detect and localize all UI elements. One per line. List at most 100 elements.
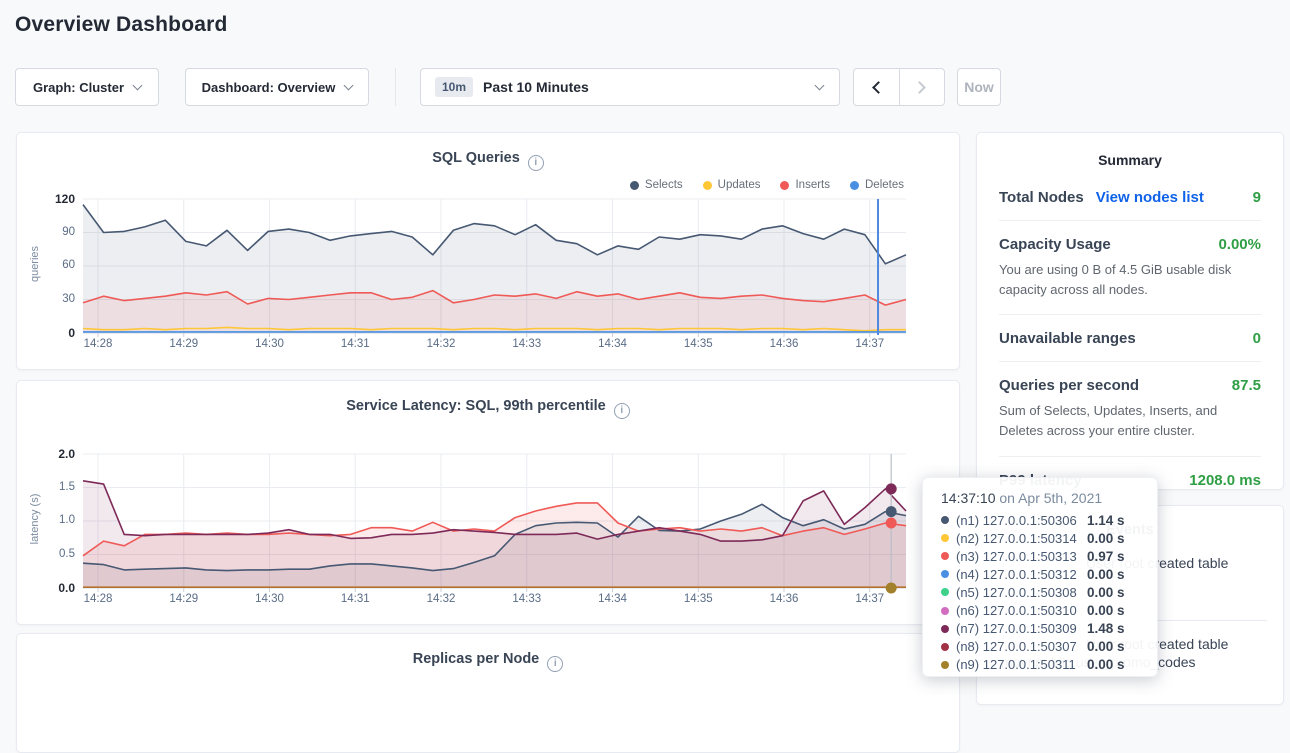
- tooltip-node-row: (n5) 127.0.0.1:503080.00 s: [941, 583, 1139, 601]
- graph-dropdown[interactable]: Graph: Cluster: [15, 68, 159, 106]
- chart-title-text: Replicas per Node: [413, 651, 540, 667]
- node-dot-icon: [941, 516, 949, 524]
- x-tick-label: 14:28: [73, 338, 123, 350]
- chevron-right-icon: [914, 81, 927, 94]
- service-latency-plot[interactable]: latency (s) 14:2814:2914:3014:3114:3214:…: [17, 388, 961, 626]
- summary-description: You are using 0 B of 4.5 GiB usable disk…: [999, 260, 1261, 300]
- summary-description: Sum of Selects, Updates, Inserts, and De…: [999, 401, 1261, 441]
- y-tick-label: 2.0: [25, 447, 75, 461]
- summary-row-total-nodes: Total Nodes View nodes list 9: [999, 174, 1261, 220]
- x-tick-label: 14:31: [330, 593, 380, 605]
- chart-canvas[interactable]: [17, 388, 961, 612]
- node-dot-icon: [941, 588, 949, 596]
- summary-label: Total Nodes: [999, 189, 1084, 206]
- summary-row-capacity-usage: Capacity Usage 0.00% You are using 0 B o…: [999, 220, 1261, 314]
- tooltip-node-value: 1.48 s: [1087, 621, 1139, 636]
- time-next-button[interactable]: [899, 69, 944, 105]
- tooltip-node-address: (n9) 127.0.0.1:50311: [956, 657, 1087, 672]
- sql-queries-plot[interactable]: queries 14:2814:2914:3014:3114:3214:3314…: [17, 133, 961, 371]
- tooltip-node-value: 0.00 s: [1087, 567, 1139, 582]
- x-tick-label: 14:36: [759, 338, 809, 350]
- node-dot-icon: [941, 607, 949, 615]
- summary-label: Queries per second: [999, 377, 1139, 394]
- summary-panel: Summary Total Nodes View nodes list 9 Ca…: [976, 132, 1284, 490]
- info-icon[interactable]: i: [547, 656, 563, 672]
- page-title: Overview Dashboard: [15, 13, 228, 37]
- tooltip-node-row: (n2) 127.0.0.1:503140.00 s: [941, 529, 1139, 547]
- y-tick-label: 60: [25, 259, 75, 271]
- tooltip-node-row: (n4) 127.0.0.1:503120.00 s: [941, 565, 1139, 583]
- sql-queries-chart-card: SQL Queriesi Selects Updates Inserts Del…: [16, 132, 960, 370]
- chevron-down-icon: [133, 80, 143, 90]
- chevron-down-icon: [815, 80, 825, 90]
- x-tick-label: 14:35: [673, 593, 723, 605]
- x-tick-label: 14:29: [159, 338, 209, 350]
- tooltip-node-address: (n1) 127.0.0.1:50306: [956, 513, 1087, 528]
- tooltip-node-row: (n1) 127.0.0.1:503061.14 s: [941, 511, 1139, 529]
- y-tick-label: 30: [25, 293, 75, 305]
- node-dot-icon: [941, 625, 949, 633]
- tooltip-timestamp: 14:37:10 on Apr 5th, 2021: [941, 490, 1139, 506]
- summary-value: 9: [1253, 189, 1261, 206]
- x-tick-label: 14:34: [588, 593, 638, 605]
- node-dot-icon: [941, 570, 949, 578]
- summary-value: 87.5: [1232, 377, 1261, 394]
- node-dot-icon: [941, 643, 949, 651]
- y-tick-label: 90: [25, 226, 75, 238]
- toolbar-divider: [395, 68, 396, 106]
- summary-label: Unavailable ranges: [999, 330, 1136, 347]
- time-prev-button[interactable]: [854, 69, 899, 105]
- tooltip-node-address: (n3) 127.0.0.1:50313: [956, 549, 1087, 564]
- tooltip-node-row: (n3) 127.0.0.1:503130.97 s: [941, 547, 1139, 565]
- x-tick-label: 14:32: [416, 338, 466, 350]
- tooltip-rows: (n1) 127.0.0.1:503061.14 s(n2) 127.0.0.1…: [941, 511, 1139, 674]
- y-tick-label: 0: [25, 326, 75, 340]
- tooltip-node-address: (n7) 127.0.0.1:50309: [956, 621, 1087, 636]
- tooltip-node-value: 1.14 s: [1087, 513, 1139, 528]
- x-tick-label: 14:37: [845, 593, 895, 605]
- x-tick-label: 14:30: [245, 593, 295, 605]
- chevron-left-icon: [872, 81, 885, 94]
- tooltip-node-row: (n7) 127.0.0.1:503091.48 s: [941, 620, 1139, 638]
- summary-row-unavailable-ranges: Unavailable ranges 0: [999, 314, 1261, 361]
- x-tick-label: 14:36: [759, 593, 809, 605]
- tooltip-node-row: (n9) 127.0.0.1:503110.00 s: [941, 656, 1139, 674]
- node-dot-icon: [941, 661, 949, 669]
- y-tick-label: 120: [25, 192, 75, 206]
- chart-hover-tooltip: 14:37:10 on Apr 5th, 2021 (n1) 127.0.0.1…: [922, 477, 1158, 677]
- summary-label: Capacity Usage: [999, 236, 1111, 253]
- time-range-dropdown[interactable]: 10m Past 10 Minutes: [420, 68, 840, 106]
- summary-value: 0.00%: [1218, 236, 1261, 253]
- tooltip-node-address: (n5) 127.0.0.1:50308: [956, 585, 1087, 600]
- time-range-label: Past 10 Minutes: [483, 79, 589, 95]
- tooltip-time: 14:37:10: [941, 490, 996, 506]
- view-nodes-list-link[interactable]: View nodes list: [1096, 189, 1204, 206]
- replicas-per-node-chart-card: Replicas per Node i: [16, 633, 960, 753]
- time-range-badge: 10m: [435, 77, 473, 97]
- time-step-buttons: [853, 68, 945, 106]
- chart-canvas[interactable]: [17, 133, 961, 357]
- tooltip-node-row: (n6) 127.0.0.1:503100.00 s: [941, 601, 1139, 619]
- y-tick-label: 1.0: [25, 514, 75, 526]
- tooltip-date: on Apr 5th, 2021: [996, 490, 1103, 506]
- toolbar: Graph: Cluster Dashboard: Overview 10m P…: [0, 68, 1290, 106]
- tooltip-node-value: 0.00 s: [1087, 603, 1139, 618]
- x-tick-label: 14:34: [588, 338, 638, 350]
- now-button[interactable]: Now: [957, 68, 1001, 106]
- x-tick-label: 14:28: [73, 593, 123, 605]
- dashboard-dropdown[interactable]: Dashboard: Overview: [185, 68, 369, 106]
- x-tick-label: 14:33: [502, 338, 552, 350]
- tooltip-node-address: (n8) 127.0.0.1:50307: [956, 639, 1087, 654]
- tooltip-node-value: 0.00 s: [1087, 585, 1139, 600]
- summary-title: Summary: [999, 152, 1261, 168]
- y-tick-label: 0.5: [25, 548, 75, 560]
- y-tick-label: 1.5: [25, 481, 75, 493]
- tooltip-node-value: 0.00 s: [1087, 531, 1139, 546]
- summary-value: 0: [1253, 330, 1261, 347]
- dashboard-dropdown-label: Dashboard: Overview: [202, 80, 336, 95]
- summary-row-queries-per-second: Queries per second 87.5 Sum of Selects, …: [999, 361, 1261, 455]
- x-tick-label: 14:31: [330, 338, 380, 350]
- x-tick-label: 14:29: [159, 593, 209, 605]
- chart-title: Replicas per Node i: [17, 651, 959, 672]
- chevron-down-icon: [344, 80, 354, 90]
